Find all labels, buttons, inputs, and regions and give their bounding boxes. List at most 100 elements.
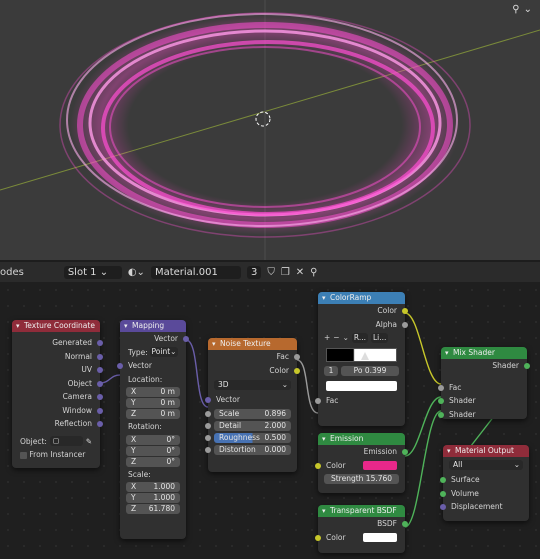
ramp-menu-button[interactable]: ⌄ (343, 331, 349, 345)
socket-dot[interactable] (294, 367, 300, 374)
location-y-field[interactable]: Y 0 m (126, 398, 180, 408)
texture-coordinate-node[interactable]: Texture Coordinate Generated Normal UV O… (12, 320, 103, 468)
socket-dot[interactable] (402, 521, 408, 527)
detail-field[interactable]: Detail 2.000 (205, 420, 291, 431)
socket-dot[interactable] (97, 380, 103, 387)
close-icon[interactable]: ✕ (296, 267, 304, 278)
socket-dot[interactable] (440, 477, 446, 483)
object-picker[interactable]: ◻ (49, 436, 83, 447)
socket-dot[interactable] (205, 410, 211, 417)
rotation-x-field[interactable]: X 0° (126, 434, 180, 445)
color-mode-dropdown[interactable]: R... (351, 332, 368, 343)
socket-dot[interactable] (183, 336, 189, 342)
stop-color-swatch[interactable] (326, 381, 397, 391)
socket-camera: Camera (12, 390, 103, 404)
stop-row: 1 Po 0.399 (318, 365, 405, 379)
node-title[interactable]: Noise Texture (208, 338, 297, 350)
emission-color-swatch[interactable] (363, 460, 397, 470)
type-dropdown[interactable]: Point⌄ (150, 347, 178, 357)
socket-dot[interactable] (440, 490, 446, 497)
material-sphere-icon[interactable]: ◐⌄ (128, 267, 145, 278)
chevron-down-icon[interactable]: ⌄ (524, 4, 532, 15)
node-editor-canvas[interactable]: Texture Coordinate Generated Normal UV O… (0, 282, 540, 559)
socket-dot[interactable] (117, 363, 123, 369)
node-title[interactable]: Mix Shader (441, 347, 527, 359)
copy-icon[interactable]: ❐ (281, 267, 290, 278)
socket-dot[interactable] (402, 449, 408, 455)
pin-icon[interactable]: ⚲ (310, 267, 317, 278)
3d-viewport[interactable]: ⚲ ⌄ (0, 0, 540, 260)
socket-dot[interactable] (97, 394, 103, 400)
location-z-field[interactable]: Z 0 m (126, 409, 180, 419)
scale-z-field[interactable]: Z 61.780 (126, 504, 180, 514)
socket-dot[interactable] (97, 421, 103, 427)
socket-generated: Generated (12, 336, 103, 350)
object-label: Object: (20, 436, 47, 446)
eyedropper-icon[interactable]: ✎ (86, 435, 92, 449)
shield-icon[interactable]: ⛉ (267, 267, 275, 278)
node-title[interactable]: Transparent BSDF (318, 505, 405, 517)
node-title[interactable]: Emission (318, 433, 405, 445)
node-title[interactable]: ColorRamp (318, 292, 405, 304)
stop-index-field[interactable]: 1 (324, 366, 338, 376)
socket-dot[interactable] (315, 462, 321, 469)
scale-field[interactable]: Scale 0.896 (205, 408, 291, 419)
material-name-field[interactable]: Material.001 (150, 265, 241, 279)
mix-shader-node[interactable]: Mix Shader Shader Fac Shader Shader (438, 347, 530, 419)
wire-emission-mix (404, 396, 442, 457)
socket-dot[interactable] (315, 534, 321, 541)
socket-dot[interactable] (97, 407, 103, 414)
socket-dot[interactable] (205, 397, 211, 403)
strength-field[interactable]: Strength 15.760 (324, 474, 399, 484)
socket-dot[interactable] (205, 422, 211, 429)
view-icon[interactable]: ⚲ (512, 4, 519, 15)
socket-dot[interactable] (205, 446, 211, 453)
socket-object: Object (12, 377, 103, 391)
material-output-node[interactable]: Material Output All ⌄ Surface Volume Disp… (440, 445, 529, 521)
socket-dot[interactable] (97, 353, 103, 360)
socket-dot[interactable] (315, 398, 321, 404)
node-title[interactable]: Mapping (120, 320, 186, 332)
checkbox[interactable] (20, 451, 27, 459)
socket-dot[interactable] (440, 504, 446, 510)
rotation-y-field[interactable]: Y 0° (126, 445, 180, 456)
socket-dot[interactable] (294, 354, 300, 360)
transparent-color-swatch[interactable] (363, 532, 397, 542)
mapping-node[interactable]: Mapping Vector Type: Point⌄ Vector Locat… (117, 320, 189, 539)
distortion-field[interactable]: Distortion 0.000 (205, 444, 291, 455)
location-x-field[interactable]: X 0 m (126, 387, 180, 397)
dimensions-dropdown[interactable]: 3D ⌄ (214, 380, 291, 390)
socket-dot[interactable] (438, 411, 444, 418)
rotation-z-field[interactable]: Z 0° (126, 456, 180, 467)
socket-dot[interactable] (524, 363, 530, 369)
socket-dot[interactable] (438, 384, 444, 391)
user-count[interactable]: 3 (246, 265, 262, 279)
add-stop-button[interactable]: + (324, 331, 330, 345)
interpolation-dropdown[interactable]: Li... (371, 332, 389, 343)
editor-type-label: odes (0, 266, 24, 278)
socket-dot[interactable] (402, 308, 408, 314)
remove-stop-button[interactable]: − (333, 331, 339, 345)
node-title[interactable]: Material Output (443, 445, 529, 457)
socket-dot[interactable] (97, 367, 103, 373)
roughness-field[interactable]: Roughness 0.500 (205, 432, 291, 443)
scale-y-field[interactable]: Y 1.000 (126, 493, 180, 503)
colorramp-node[interactable]: ColorRamp Color Alpha + − ⌄ R... Li... 1… (315, 292, 408, 426)
slot-dropdown[interactable]: Slot 1 ⌄ (63, 265, 122, 279)
socket-dot[interactable] (97, 340, 103, 346)
scale-x-field[interactable]: X 1.000 (126, 482, 180, 492)
axis-label: X (131, 482, 137, 491)
target-dropdown[interactable]: All ⌄ (449, 460, 523, 470)
socket-dot[interactable] (402, 321, 408, 328)
noise-texture-node[interactable]: Noise Texture Fac Color 3D ⌄ Vector Scale… (205, 338, 300, 472)
transparent-bsdf-node[interactable]: Transparent BSDF BSDF Color (315, 505, 408, 553)
ramp-stop-handle[interactable] (361, 351, 369, 360)
socket-dot[interactable] (438, 398, 444, 404)
socket-label: Generated (52, 338, 92, 347)
socket-dot[interactable] (205, 434, 211, 441)
object-picker-row: Object: ◻ ✎ (12, 435, 100, 449)
stop-position-field[interactable]: Po 0.399 (341, 366, 399, 376)
color-ramp-gradient[interactable] (326, 347, 397, 362)
emission-node[interactable]: Emission Emission Color Strength 15.760 (315, 433, 408, 493)
node-title[interactable]: Texture Coordinate (12, 320, 100, 332)
